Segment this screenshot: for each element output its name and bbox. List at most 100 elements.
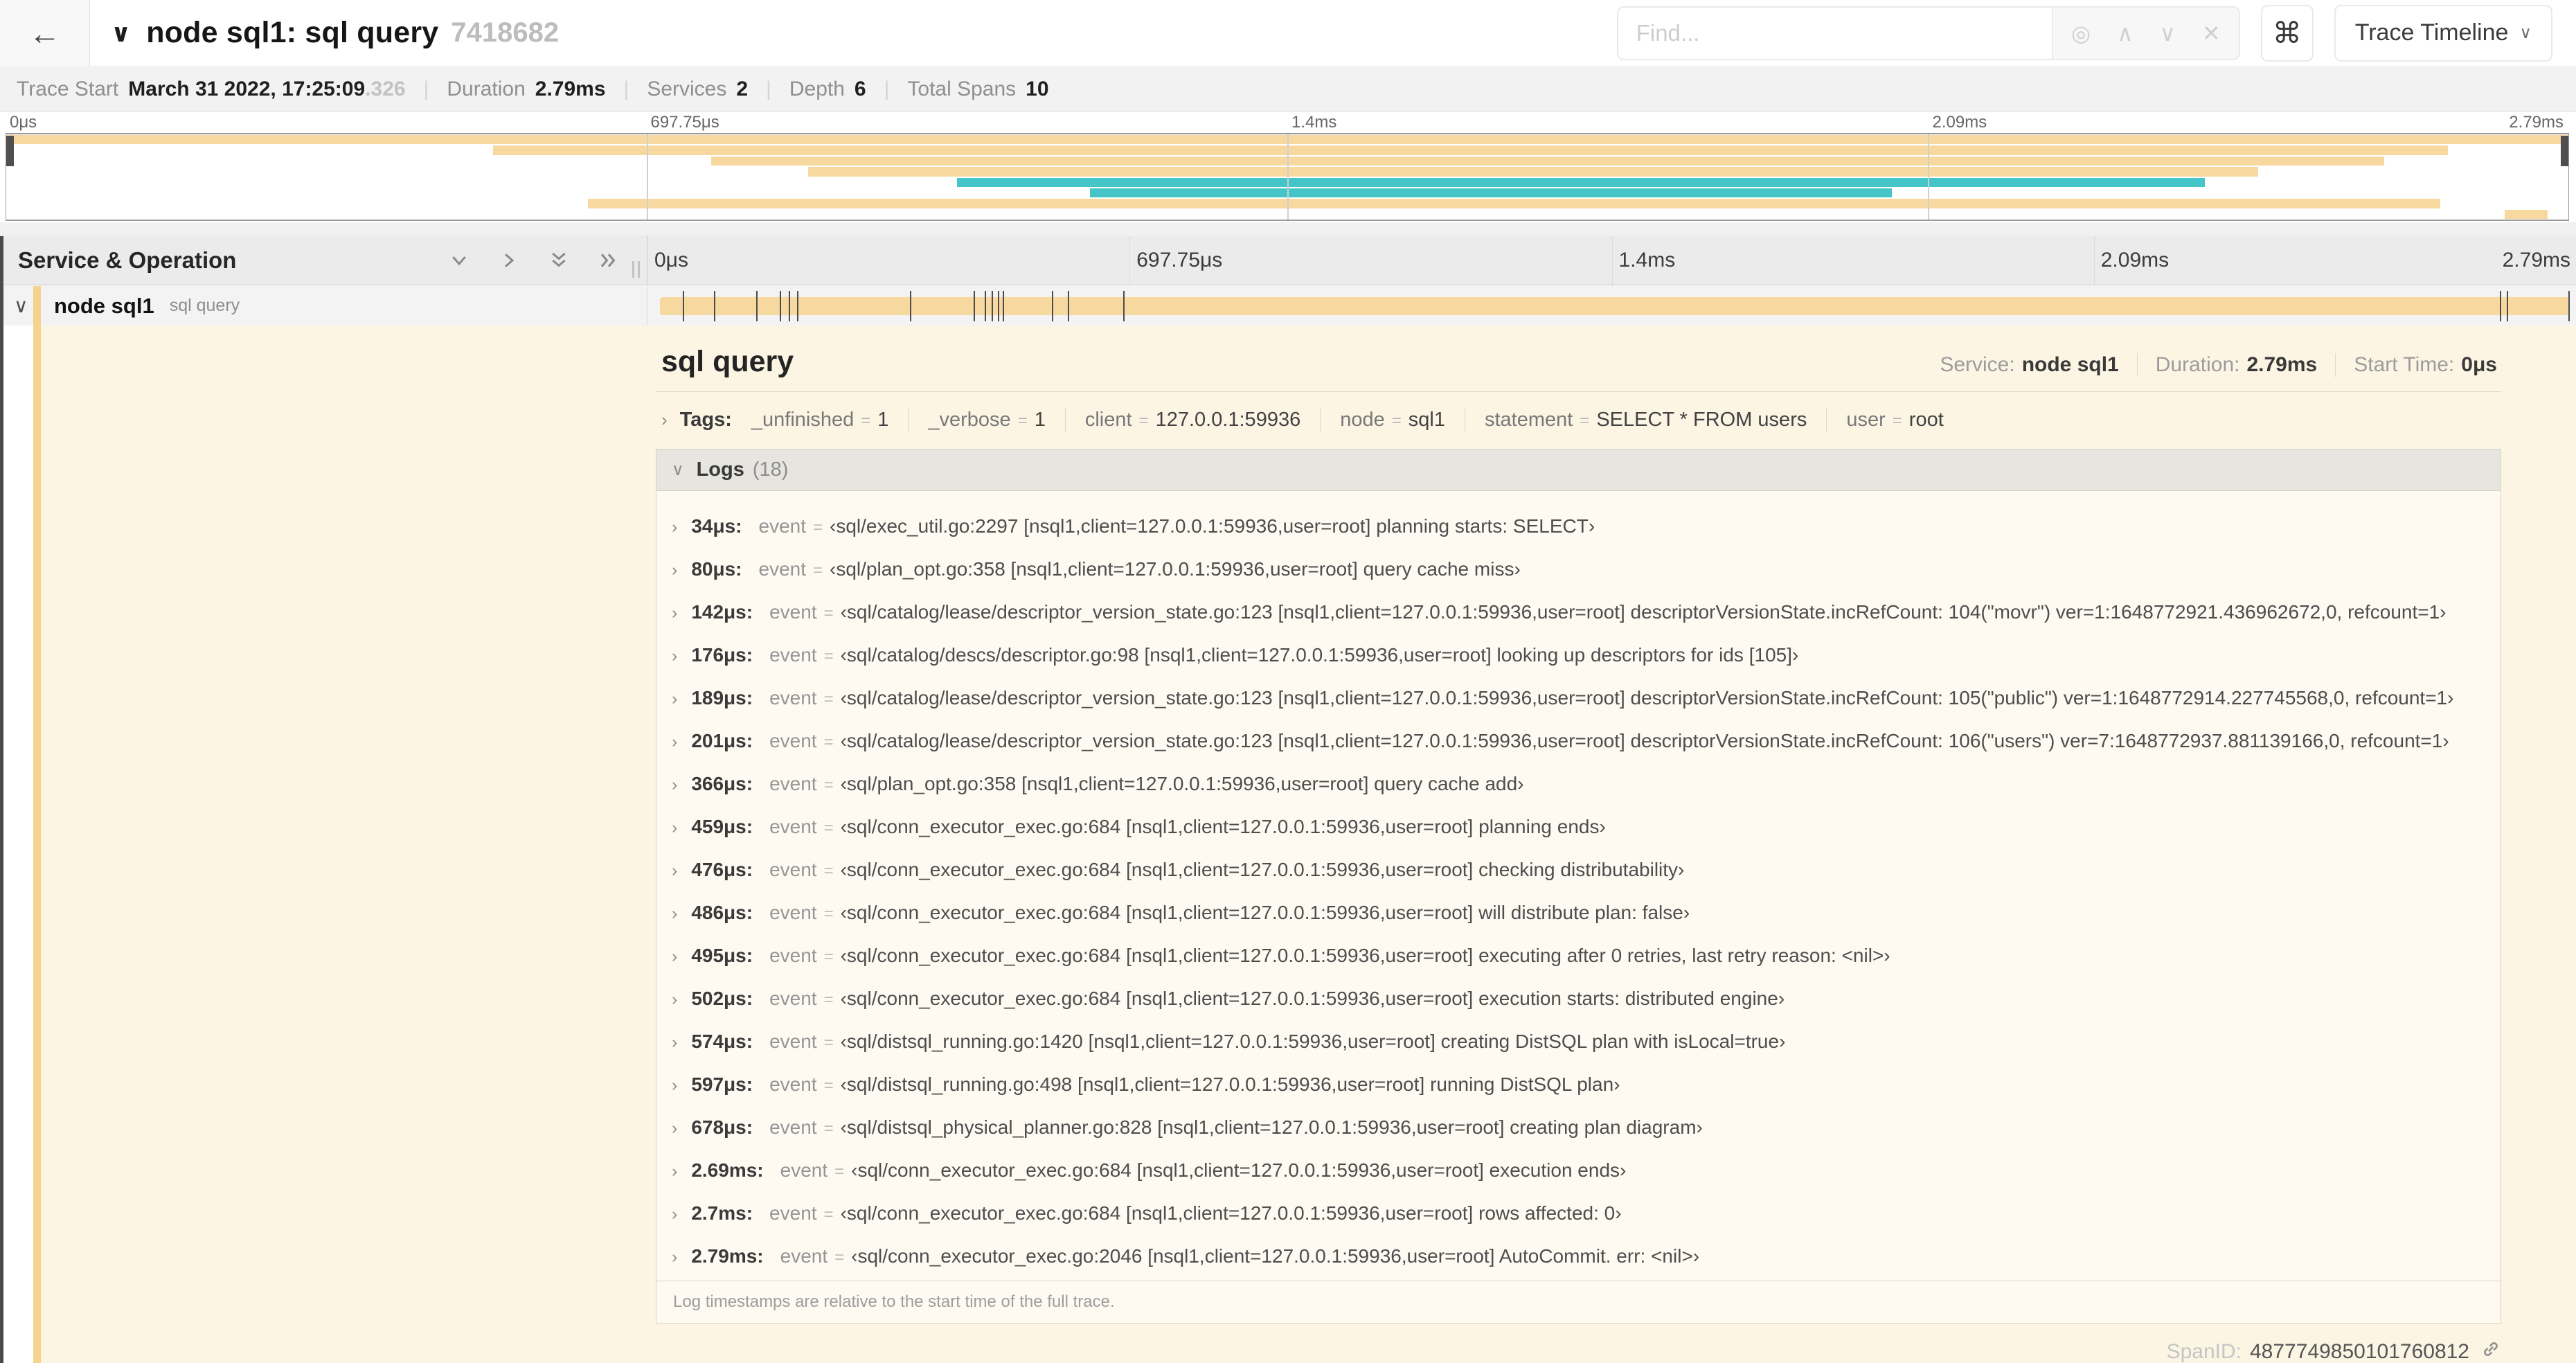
tag-value: 127.0.0.1:59936	[1155, 408, 1301, 431]
trace-title-group: ∨ node sql1: sql query 7418682	[90, 16, 559, 50]
log-row[interactable]: › 459μs: event = ‹sql/conn_executor_exec.go:…	[656, 805, 2501, 848]
chevron-right-icon: ›	[672, 560, 678, 580]
log-tick	[714, 290, 716, 321]
equals-sign: =	[823, 1033, 834, 1052]
find-group: ◎ ∧ ∨ ✕	[1616, 6, 2240, 60]
log-row[interactable]: › 495μs: event = ‹sql/conn_executor_exec.go:…	[656, 934, 2501, 977]
minimap[interactable]	[6, 133, 2569, 221]
minimap-left-handle[interactable]	[6, 136, 14, 166]
tags-accordion[interactable]: › Tags: _unfinished = 1 _verbose = 1 client = 12…	[656, 392, 2501, 443]
expand-all-icon[interactable]	[598, 250, 619, 271]
log-field-value: ‹sql/catalog/lease/descriptor_version_st…	[840, 687, 2454, 709]
log-field-key: event	[769, 1074, 817, 1095]
tick-label: 2.79ms	[2509, 113, 2564, 132]
chevron-right-icon: ›	[672, 775, 678, 794]
log-field-key: event	[780, 1159, 828, 1181]
equals-sign: =	[1892, 411, 1902, 430]
log-timestamp: 176μs:	[691, 644, 753, 666]
span-detail-header: sql query Service: node sql1 Duration: 2.7…	[656, 334, 2501, 379]
tag-item[interactable]: client = 127.0.0.1:59936	[1085, 409, 1300, 431]
chevron-right-icon: ›	[672, 861, 678, 880]
log-tick	[2568, 290, 2570, 321]
collapse-all-icon[interactable]	[548, 250, 569, 271]
focus-match-icon[interactable]: ◎	[2071, 20, 2091, 46]
deep-link-icon[interactable]	[2480, 1339, 2501, 1363]
tag-item[interactable]: _verbose = 1	[928, 409, 1045, 431]
log-field-value: ‹sql/distsql_physical_planner.go:828 [ns…	[840, 1116, 1703, 1138]
log-field-key: event	[769, 644, 817, 666]
log-field-key: event	[769, 687, 817, 709]
expand-collapse-controls	[449, 250, 619, 271]
log-field-value: ‹sql/plan_opt.go:358 [nsql1,client=127.0…	[830, 558, 1521, 580]
expand-one-icon[interactable]	[499, 250, 519, 271]
column-resizer-grip[interactable]	[632, 261, 640, 278]
log-row[interactable]: › 2.79ms: event = ‹sql/conn_executor_exec.go…	[656, 1235, 2501, 1278]
tag-key: _verbose	[928, 408, 1011, 431]
tag-item[interactable]: user = root	[1846, 409, 1943, 431]
tag-key: _unfinished	[751, 408, 855, 431]
next-match-icon[interactable]: ∨	[2159, 20, 2175, 46]
stat-separator: |	[423, 77, 429, 100]
log-row[interactable]: › 176μs: event = ‹sql/catalog/descs/descript…	[656, 634, 2501, 677]
span-bar[interactable]	[660, 290, 2570, 321]
tick-label: 697.75μs	[1136, 249, 1223, 271]
log-row[interactable]: › 486μs: event = ‹sql/conn_executor_exec.go:…	[656, 891, 2501, 934]
equals-sign: =	[823, 947, 834, 966]
trace-title: node sql1: sql query	[146, 16, 439, 49]
log-row[interactable]: › 2.69ms: event = ‹sql/conn_executor_exec.go…	[656, 1149, 2501, 1192]
log-field-key: event	[769, 773, 817, 794]
log-timestamp: 486μs:	[691, 902, 753, 923]
span-service-name: node sql1	[54, 293, 154, 318]
stat-value: 2	[736, 77, 749, 100]
log-row[interactable]: › 366μs: event = ‹sql/plan_opt.go:358 [nsql1…	[656, 763, 2501, 805]
log-row[interactable]: › 597μs: event = ‹sql/distsql_running.go:498…	[656, 1063, 2501, 1106]
minimap-gridline	[1287, 134, 1289, 220]
log-row[interactable]: › 678μs: event = ‹sql/distsql_physical_plann…	[656, 1106, 2501, 1149]
stat-item: Depth 6	[789, 78, 866, 101]
back-button[interactable]: ←	[0, 0, 90, 66]
span-row-name-column: ∨ node sql1 sql query	[0, 286, 647, 326]
tag-item[interactable]: node = sql1	[1340, 409, 1445, 431]
log-timestamp: 459μs:	[691, 816, 753, 837]
back-arrow-icon: ←	[28, 15, 61, 51]
tag-value: 1	[877, 408, 889, 431]
log-row[interactable]: › 142μs: event = ‹sql/catalog/lease/descript…	[656, 591, 2501, 634]
trace-view-selector[interactable]: Trace Timeline ∨	[2334, 4, 2552, 62]
equals-sign: =	[823, 990, 834, 1009]
span-detail-card: sql query Service: node sql1 Duration: 2.7…	[656, 334, 2501, 1363]
log-row[interactable]: › 189μs: event = ‹sql/catalog/lease/descript…	[656, 677, 2501, 720]
span-row[interactable]: ∨ node sql1 sql query	[0, 286, 2576, 326]
minimap-right-handle[interactable]	[2561, 136, 2568, 166]
find-input[interactable]	[1618, 7, 2052, 59]
logs-header[interactable]: ∨ Logs (18)	[656, 449, 2501, 491]
clear-find-icon[interactable]: ✕	[2202, 20, 2221, 46]
tag-value: 1	[1034, 408, 1046, 431]
tag-item[interactable]: _unfinished = 1	[751, 409, 889, 431]
log-row[interactable]: › 574μs: event = ‹sql/distsql_running.go:142…	[656, 1020, 2501, 1063]
logs-list: › 34μs: event = ‹sql/exec_util.go:2297 [nsql…	[656, 491, 2501, 1281]
trace-stats-bar: Trace Start March 31 2022, 17:25:09.326 | D…	[0, 67, 2576, 112]
tick-label: 1.4ms	[1618, 249, 1676, 271]
keyboard-shortcuts-button[interactable]: ⌘	[2260, 4, 2314, 62]
tick-label: 2.79ms	[2502, 249, 2570, 271]
log-row[interactable]: › 476μs: event = ‹sql/conn_executor_exec.go:…	[656, 848, 2501, 891]
log-tick	[1003, 290, 1005, 321]
collapse-trace-chevron-icon[interactable]: ∨	[111, 19, 131, 48]
log-row[interactable]: › 80μs: event = ‹sql/plan_opt.go:358 [nsql1,…	[656, 548, 2501, 591]
detail-row-gutter	[3, 326, 33, 1363]
collapse-one-icon[interactable]	[449, 250, 469, 271]
tag-item[interactable]: statement = SELECT * FROM users	[1485, 409, 1807, 431]
log-row[interactable]: › 201μs: event = ‹sql/catalog/lease/descript…	[656, 720, 2501, 763]
equals-sign: =	[823, 1119, 834, 1138]
stat-item: Services 2	[647, 78, 748, 101]
log-row[interactable]: › 2.7ms: event = ‹sql/conn_executor_exec.go:…	[656, 1192, 2501, 1235]
log-tick	[796, 290, 798, 321]
logs-count: (18)	[752, 458, 789, 481]
log-row[interactable]: › 502μs: event = ‹sql/conn_executor_exec.go:…	[656, 977, 2501, 1020]
stat-separator: |	[766, 77, 771, 100]
prev-match-icon[interactable]: ∧	[2117, 20, 2133, 46]
log-row[interactable]: › 34μs: event = ‹sql/exec_util.go:2297 [nsql…	[656, 505, 2501, 548]
log-field-value: ‹sql/catalog/lease/descriptor_version_st…	[840, 601, 2447, 623]
minimap-span-bar	[956, 177, 2205, 187]
log-field-value: ‹sql/catalog/lease/descriptor_version_st…	[840, 730, 2449, 751]
